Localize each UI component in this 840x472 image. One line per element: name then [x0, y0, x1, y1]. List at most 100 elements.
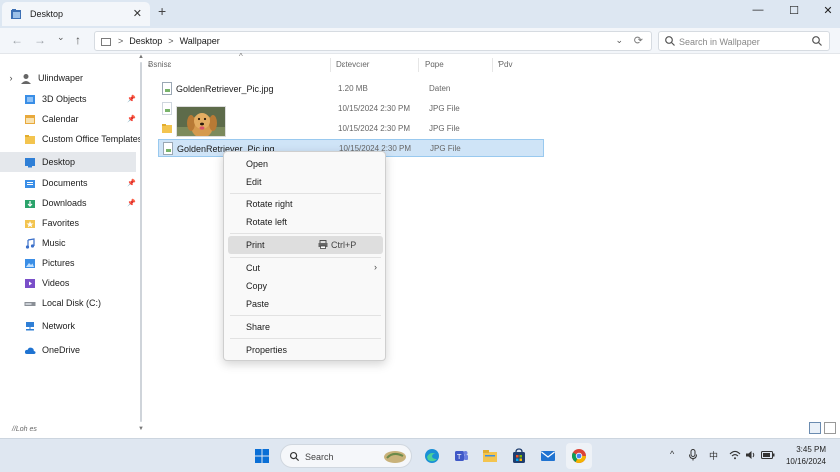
system-clock[interactable]: 3:45 PM 10/16/2024 [786, 444, 826, 468]
column-divider[interactable] [492, 58, 493, 72]
mail-icon[interactable] [540, 448, 556, 464]
sidebar-item-pictures[interactable]: Pictures [0, 253, 136, 273]
column-header-date[interactable]: Dɛtevcıer [336, 60, 369, 69]
sidebar-scrollbar[interactable] [140, 62, 142, 422]
breadcrumb-wallpaper[interactable]: Wallpaper [180, 36, 220, 46]
taskbar-search-input[interactable]: Search [305, 452, 334, 462]
refresh-button[interactable]: ⟳ [634, 34, 643, 47]
sidebar-item-downloads[interactable]: Downloads [0, 193, 136, 213]
search-submit-icon[interactable] [811, 35, 823, 47]
file-row[interactable]: GoldenRetriever_Pic.jpg 1.20 MB Daten [158, 80, 544, 98]
address-dropdown-icon[interactable]: ⌄ [615, 35, 623, 46]
search-icon [289, 451, 300, 462]
menu-item-label: Rotate left [246, 217, 288, 227]
column-divider[interactable] [330, 58, 331, 72]
ime-indicator[interactable]: 中 [709, 449, 718, 462]
menu-item-copy[interactable]: Copy [228, 277, 383, 295]
menu-item-label: Print [246, 240, 265, 250]
store-icon[interactable] [511, 448, 527, 464]
menu-item-label: Open [246, 159, 269, 169]
sidebar-item-label: OneDrive [42, 345, 81, 355]
image-file-icon [162, 82, 172, 95]
documents-icon [25, 179, 35, 188]
sidebar-item-local-disk[interactable]: Local Disk (C:) [0, 293, 136, 313]
column-header-size[interactable]: Ƥdv [498, 60, 512, 69]
menu-item-label: Share [246, 322, 271, 332]
new-tab-button[interactable]: + [158, 3, 166, 19]
teams-icon[interactable]: T [453, 448, 469, 464]
expand-chevron-icon[interactable]: › [4, 73, 18, 83]
column-header-type[interactable]: Pɑpe [425, 60, 444, 69]
file-date: 10/15/2024 2:30 PM [338, 104, 411, 113]
menu-item-share[interactable]: Share [228, 318, 383, 336]
sidebar-item-music[interactable]: Music [0, 233, 136, 253]
view-toggle-group [806, 422, 836, 436]
file-type: JPG File [429, 104, 460, 113]
address-folder-icon [101, 37, 111, 46]
tab-close-button[interactable]: ✕ [133, 7, 142, 20]
menu-item-rotate-left[interactable]: Rotate left [228, 213, 383, 231]
wifi-icon[interactable] [729, 450, 741, 460]
menu-item-paste[interactable]: Paste [228, 295, 383, 313]
image-file-icon [162, 102, 172, 115]
sidebar-item-custom-office-templates[interactable]: Custom Office Templates [0, 129, 142, 149]
sidebar-item-desktop[interactable]: Desktop [0, 152, 136, 172]
address-bar[interactable]: > Desktop > Wallpaper ⌄ ⟳ [94, 31, 652, 51]
column-divider[interactable] [418, 58, 419, 72]
breadcrumb-desktop[interactable]: Desktop [129, 36, 162, 46]
menu-item-label: Properties [246, 345, 288, 355]
volume-icon[interactable] [745, 450, 757, 460]
tray-overflow-icon[interactable]: ^ [670, 449, 674, 459]
menu-item-cut[interactable]: Cut › [228, 259, 383, 277]
column-header-name[interactable]: Ƀsnisɛ [148, 60, 171, 69]
search-input[interactable]: Search in Wallpaper [679, 37, 760, 47]
sidebar-item-videos[interactable]: Videos [0, 273, 136, 293]
sidebar-item-onedrive[interactable]: OneDrive [0, 340, 136, 360]
back-button[interactable]: ← [11, 33, 23, 47]
sidebar-item-documents[interactable]: Documents [0, 173, 136, 193]
microphone-icon[interactable] [688, 449, 698, 461]
scroll-up-icon[interactable]: ▲ [138, 54, 144, 60]
sidebar-item-label: 3D Objects [42, 94, 87, 104]
search-highlight-icon [384, 451, 406, 463]
context-menu: Open Edit Rotate right Rotate left Print… [223, 151, 386, 361]
close-window-button[interactable]: ✕ [813, 4, 840, 17]
edge-browser-icon[interactable] [424, 448, 440, 464]
file-name: GoldenRetriever_Pic.jpg [176, 84, 274, 94]
menu-item-rotate-right[interactable]: Rotate right [228, 195, 383, 213]
menu-item-print[interactable]: Print Ctrl+P [228, 236, 383, 254]
sidebar-item-calendar[interactable]: Calendar [0, 109, 136, 129]
menu-item-open[interactable]: Open [228, 155, 383, 173]
sidebar-item-3d-objects[interactable]: 3D Objects [0, 89, 136, 109]
sidebar-item-label: Calendar [42, 114, 79, 124]
menu-separator [230, 193, 381, 194]
chrome-icon[interactable] [571, 448, 587, 464]
menu-separator [230, 338, 381, 339]
taskbar-search[interactable]: Search [280, 444, 412, 468]
scroll-down-icon[interactable]: ▼ [138, 426, 144, 432]
tiles-view-icon[interactable] [824, 422, 836, 434]
pin-icon: 📌 [127, 200, 136, 207]
calendar-icon [25, 114, 35, 124]
sidebar-item-label: Network [42, 321, 76, 331]
file-explorer-icon[interactable] [482, 448, 498, 464]
menu-item-properties[interactable]: Properties [228, 341, 383, 359]
up-button[interactable]: ↑ [75, 33, 81, 47]
sidebar-item-label: Ulindwaper [38, 73, 84, 83]
details-view-icon[interactable] [809, 422, 821, 434]
forward-button[interactable]: → [34, 33, 46, 47]
recent-dropdown-button[interactable]: ⌄ [57, 32, 65, 43]
menu-separator [230, 233, 381, 234]
sidebar-item-network[interactable]: Network [0, 316, 136, 336]
menu-item-edit[interactable]: Edit [228, 173, 383, 191]
menu-item-label: Cut [246, 263, 261, 273]
sidebar-item-user[interactable]: › Ulindwaper [0, 68, 136, 88]
sidebar-item-favorites[interactable]: Favorites [0, 213, 136, 233]
search-box[interactable]: Search in Wallpaper [658, 31, 830, 51]
battery-icon[interactable] [761, 451, 775, 459]
image-thumbnail[interactable] [176, 106, 226, 137]
tab-desktop[interactable]: Desktop ✕ [2, 2, 150, 26]
start-icon[interactable] [254, 448, 270, 464]
maximize-button[interactable]: ☐ [779, 4, 809, 17]
minimize-button[interactable]: — [743, 4, 773, 16]
